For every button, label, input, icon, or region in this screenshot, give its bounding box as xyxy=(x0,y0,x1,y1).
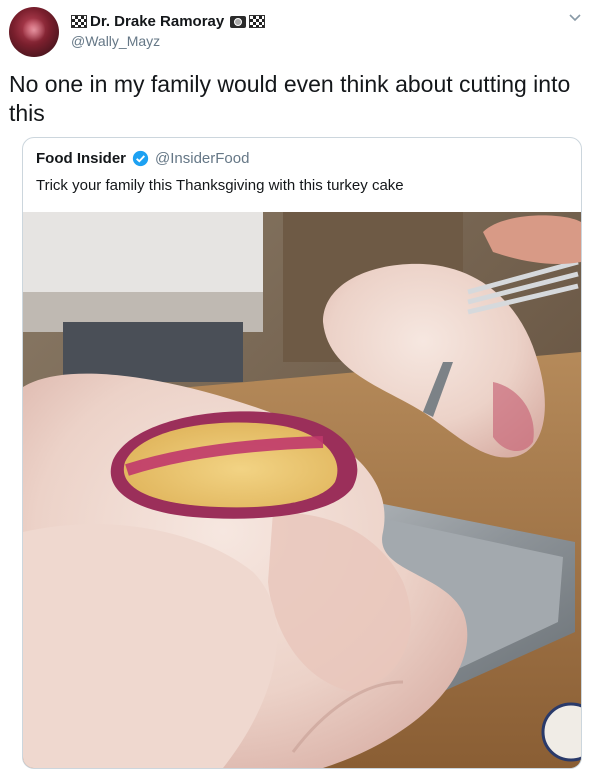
tweet-card: Dr. Drake Ramoray @Wally_Mayz No one in … xyxy=(0,0,600,777)
chevron-down-icon[interactable] xyxy=(568,10,582,24)
verified-badge-icon xyxy=(132,150,149,167)
author-name-row: Dr. Drake Ramoray xyxy=(71,13,266,30)
quoted-author-row: Food Insider @InsiderFood xyxy=(36,150,249,167)
turkey-cake-photo[interactable] xyxy=(23,212,581,768)
quoted-tweet[interactable]: Food Insider @InsiderFood Trick your fam… xyxy=(22,137,582,769)
camera-icon xyxy=(230,15,247,28)
author-handle[interactable]: @Wally_Mayz xyxy=(71,33,160,49)
turkey-cake-illustration xyxy=(23,212,581,768)
tweet-text: No one in my family would even think abo… xyxy=(9,71,571,126)
flag-icon xyxy=(71,15,87,28)
flag-icon xyxy=(249,15,266,28)
avatar[interactable] xyxy=(9,7,59,57)
quoted-display-name[interactable]: Food Insider xyxy=(36,150,126,167)
quoted-handle[interactable]: @InsiderFood xyxy=(155,150,249,167)
quoted-tweet-text: Trick your family this Thanksgiving with… xyxy=(36,177,404,194)
author-display-name[interactable]: Dr. Drake Ramoray xyxy=(90,13,224,30)
